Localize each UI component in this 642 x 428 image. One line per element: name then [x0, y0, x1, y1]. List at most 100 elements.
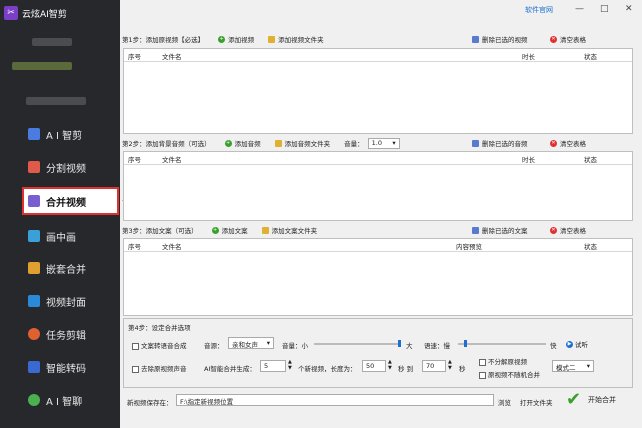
step3-toolbar: 第3步：添加文案（可选） + 添加文案 添加文案文件夹 删除已选的文案 ✕ 清空表格 — [122, 223, 632, 237]
video-count-input[interactable]: 5 — [260, 360, 286, 372]
mute-label: 去除原视频声音 — [141, 365, 187, 373]
folder-icon — [261, 226, 269, 234]
blurred-user-info — [12, 62, 72, 70]
step3-title: 第3步：添加文案（可选） — [122, 227, 198, 235]
blurred-user-info — [26, 97, 86, 105]
video-table[interactable]: 序号 文件名 时长 状态 — [123, 48, 633, 134]
clear-table-button[interactable]: ✕ 清空表格 — [550, 34, 586, 44]
no-random-checkbox[interactable]: 原视频不随机合并 — [479, 369, 540, 379]
delete-audio-button[interactable]: 删除已选的音频 — [472, 138, 528, 148]
add-audio-folder-button[interactable]: 添加音频文件夹 — [274, 138, 330, 148]
min-spinner-icon[interactable]: ▲ ▼ — [388, 359, 392, 371]
clear-table-label: 清空表格 — [560, 36, 586, 44]
sidebar-item-label: A I 智聊 — [46, 396, 83, 408]
output-path-input[interactable]: F:\指定新视频位置 — [176, 394, 494, 406]
start-merge-button[interactable]: ✔ 开始合并 — [566, 387, 638, 413]
app-title: ✂ 云炫AI智剪 — [4, 6, 67, 20]
delete-video-button[interactable]: 删除已选的视频 — [472, 34, 528, 44]
sidebar-item-ai-chat[interactable]: A I 智聊 — [0, 386, 120, 414]
step4-title: 第4步：设定合并选项 — [128, 324, 191, 332]
slider-thumb[interactable] — [464, 340, 467, 347]
step2-toolbar: 第2步：添加背景音频（可选） + 添加音频 添加音频文件夹 音量： 1.0 ▾ 删除… — [122, 136, 632, 150]
clear-table-label: 清空表格 — [560, 227, 586, 235]
close-icon: ✕ — [550, 35, 557, 43]
close-button[interactable]: ✕ — [625, 4, 633, 14]
official-site-link[interactable]: 软件官网 — [525, 5, 553, 15]
add-video-button[interactable]: + 添加视频 — [218, 34, 254, 44]
no-split-checkbox[interactable]: 不分解原视频 — [479, 356, 527, 366]
volume-select[interactable]: 1.0 ▾ — [367, 137, 400, 149]
sidebar-item-nested-merge[interactable]: 嵌套合并 — [0, 254, 120, 282]
ai-merge-label: AI智能合并生成： — [204, 365, 256, 373]
col-preview: 内容预览 — [456, 243, 482, 251]
mute-checkbox[interactable]: 去除原视频声音 — [132, 363, 187, 373]
sidebar-item-video-cover[interactable]: 视频封面 — [0, 287, 120, 315]
voice-select[interactable]: 亲和女声 ▾ — [228, 337, 274, 349]
slider-thumb[interactable] — [398, 340, 401, 347]
clear-audio-table-button[interactable]: ✕ 清空表格 — [550, 138, 586, 148]
blurred-user-info — [32, 38, 72, 46]
col-duration: 时长 — [522, 156, 535, 164]
clear-text-table-button[interactable]: ✕ 清空表格 — [550, 225, 586, 235]
tts-volume-label: 音量：小 — [282, 342, 308, 350]
close-icon: ✕ — [550, 226, 557, 234]
col-filename: 文件名 — [162, 243, 182, 251]
delete-text-label: 删除已选的文案 — [482, 227, 528, 235]
min-length-input[interactable]: 50 — [362, 360, 386, 372]
sidebar-item-merge-video[interactable]: 合并视频 — [22, 187, 119, 215]
add-video-label: 添加视频 — [228, 36, 255, 44]
col-status: 状态 — [584, 243, 597, 251]
sidebar-item-split-video[interactable]: 分割视频 — [0, 153, 120, 181]
text-table[interactable]: 序号 文件名 内容预览 状态 — [123, 238, 633, 316]
no-random-label: 原视频不随机合并 — [488, 371, 540, 379]
checkbox-box — [132, 365, 139, 373]
preview-button[interactable]: ▶ 试听 — [566, 339, 588, 349]
sidebar-item-task-edit[interactable]: 任务剪辑 — [0, 320, 120, 348]
sec-to-label: 秒 到 — [398, 365, 414, 373]
speed-slider[interactable] — [458, 340, 546, 347]
open-folder-button[interactable]: 打开文件夹 — [520, 397, 553, 407]
sidebar-item-label: 智能转码 — [46, 363, 86, 375]
max-spinner-icon[interactable]: ▲ ▼ — [448, 359, 452, 371]
add-text-folder-label: 添加文案文件夹 — [271, 227, 318, 235]
sidebar-item-label: A I 智剪 — [46, 130, 83, 142]
add-audio-button[interactable]: + 添加音频 — [224, 138, 261, 148]
plus-icon: + — [211, 226, 219, 234]
checkbox-box — [132, 342, 139, 350]
app-title-text: 云炫AI智剪 — [22, 9, 67, 20]
max-length-input[interactable]: 70 — [422, 360, 446, 372]
add-video-folder-button[interactable]: 添加视频文件夹 — [268, 34, 324, 44]
sidebar: ✂ 云炫AI智剪 A I 智剪 分割视频 合并视频 画中画 嵌套合并 视频封面 … — [0, 0, 120, 428]
mode-select[interactable]: 模式二 ▾ — [552, 360, 594, 372]
video-cover-icon — [28, 295, 40, 307]
sidebar-item-ai-cut[interactable]: A I 智剪 — [0, 120, 120, 148]
split-video-icon — [28, 161, 40, 173]
browse-button[interactable]: 浏览 — [498, 397, 511, 407]
app-logo-icon: ✂ — [4, 6, 18, 20]
sidebar-item-pip[interactable]: 画中画 — [0, 222, 120, 250]
output-label: 新视频保存在： — [127, 399, 173, 407]
tts-label: 文案转语音合成 — [141, 342, 187, 350]
delete-text-button[interactable]: 删除已选的文案 — [472, 225, 528, 235]
checkbox-box — [479, 371, 486, 379]
play-icon: ▶ — [566, 340, 573, 348]
ai-chat-icon — [28, 394, 40, 406]
folder-icon — [274, 139, 282, 147]
add-text-button[interactable]: + 添加文案 — [211, 225, 248, 235]
col-filename: 文件名 — [162, 156, 182, 164]
delete-icon — [472, 139, 479, 147]
count-spinner-icon[interactable]: ▲ ▼ — [288, 359, 292, 371]
length-label: 个新视频，长度为： — [298, 365, 357, 373]
minimize-button[interactable]: — — [575, 4, 584, 14]
sidebar-item-label: 分割视频 — [46, 163, 86, 175]
add-audio-label: 添加音频 — [234, 140, 261, 148]
sidebar-item-transcode[interactable]: 智能转码 — [0, 353, 120, 381]
maximize-button[interactable]: □ — [600, 4, 609, 14]
tts-checkbox[interactable]: 文案转语音合成 — [132, 340, 187, 350]
chevron-down-icon: ▾ — [266, 339, 270, 347]
add-text-folder-button[interactable]: 添加文案文件夹 — [261, 225, 318, 235]
audio-table[interactable]: 序号 文件名 时长 状态 — [123, 151, 633, 221]
tts-volume-slider[interactable] — [314, 340, 401, 347]
plus-icon: + — [224, 139, 232, 147]
sidebar-item-label: 画中画 — [46, 232, 76, 244]
